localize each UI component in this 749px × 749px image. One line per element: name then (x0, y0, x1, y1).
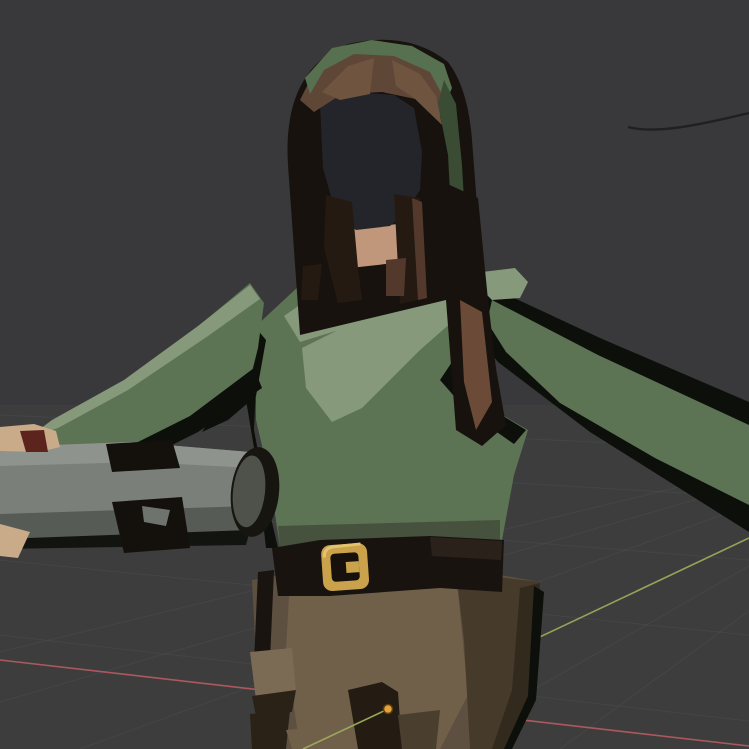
grip-hand-top (106, 440, 180, 472)
viewport-canvas[interactable] (0, 0, 749, 749)
hair-end-right (386, 258, 406, 296)
blender-3d-viewport[interactable] (0, 0, 749, 749)
inner-leg-shadow (398, 710, 440, 749)
belt[interactable] (272, 536, 504, 596)
buckle-tongue (346, 561, 360, 573)
origin-point (384, 705, 393, 714)
belt-buckle (321, 543, 370, 592)
pants-bottom-left-shadow (250, 710, 290, 749)
grip-hand-bottom (112, 497, 190, 553)
